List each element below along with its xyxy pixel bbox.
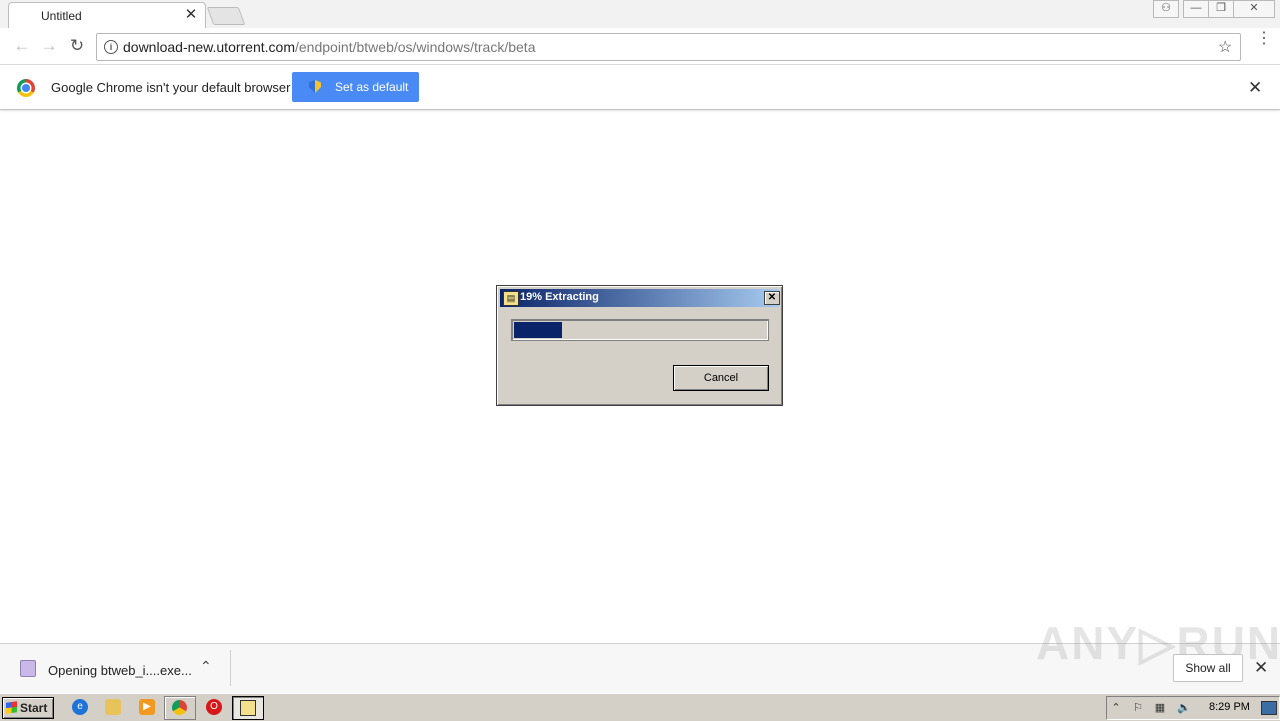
tab-close-icon[interactable]: ✕ [183,7,199,23]
internet-explorer-icon[interactable]: e [72,699,88,715]
system-tray: ⌃ ⚐ ▦ 🔈 8:29 PM [1106,696,1280,720]
shelf-close-icon[interactable]: ✕ [1254,658,1268,678]
person-icon: ⚇ [1161,2,1171,14]
dialog-titlebar[interactable]: ▤ 19% Extracting ✕ [500,289,780,307]
info-icon[interactable]: i [104,40,118,54]
browser-toolbar: ← → ↻ i download-new.utorrent.com/endpoi… [0,28,1280,65]
folder-icon[interactable] [105,699,121,715]
show-all-button[interactable]: Show all [1173,654,1243,682]
taskbar-installer-button[interactable] [232,696,264,720]
extract-progress-bar [511,319,769,341]
restore-icon: ❐ [1216,2,1226,14]
minimize-icon: — [1190,2,1202,14]
forward-button[interactable]: → [39,36,59,56]
extracting-dialog: ▤ 19% Extracting ✕ Cancel [496,285,783,406]
installer-icon [240,700,256,716]
media-player-icon[interactable]: ▶ [139,699,155,715]
network-icon[interactable]: ▦ [1153,701,1167,715]
bookmark-star-icon[interactable]: ☆ [1218,37,1232,57]
profile-button[interactable]: ⚇ [1153,0,1179,18]
chrome-logo-icon [17,79,35,97]
show-desktop-button[interactable] [1261,701,1277,715]
start-label: Start [20,701,48,715]
url-host: download-new.utorrent.com [123,39,295,55]
cancel-button[interactable]: Cancel [673,365,769,391]
back-button[interactable]: ← [12,36,32,56]
infobar-message: Google Chrome isn't your default browser [51,80,291,95]
chrome-menu-icon[interactable]: ⋮ [1256,31,1272,47]
reload-button[interactable]: ↻ [67,36,87,56]
shelf-divider [230,650,231,686]
anyrun-watermark: ANY▷RUN [1036,617,1280,669]
chevron-up-icon[interactable]: ⌃ [200,658,212,675]
volume-icon[interactable]: 🔈 [1177,701,1191,715]
download-shelf: Opening btweb_i....exe... ⌃ ANY▷RUN Show… [0,617,1280,694]
installer-icon: ▤ [503,291,519,306]
restore-button[interactable]: ❐ [1208,0,1234,18]
set-as-default-label: Set as default [335,80,409,94]
minimize-button[interactable]: — [1183,0,1209,18]
close-icon: ✕ [1249,2,1259,14]
start-button[interactable]: Start [2,697,54,719]
url-text[interactable]: download-new.utorrent.com/endpoint/btweb… [123,39,535,55]
opera-icon[interactable]: O [206,699,222,715]
tray-clock[interactable]: 8:29 PM [1209,701,1250,713]
infobar-close-icon[interactable]: ✕ [1248,78,1262,98]
dialog-close-icon[interactable]: ✕ [764,291,780,305]
dialog-title: 19% Extracting [520,291,599,303]
tab-untitled[interactable]: Untitled ✕ [8,2,206,29]
tab-title: Untitled [41,9,82,23]
tray-expand-icon[interactable]: ⌃ [1109,701,1123,715]
windows-logo-icon [6,701,17,714]
progress-fill [514,322,562,338]
action-center-flag-icon[interactable]: ⚐ [1131,701,1145,715]
file-icon [20,660,36,677]
set-as-default-button[interactable]: Set as default [292,72,419,102]
default-browser-infobar: Google Chrome isn't your default browser… [0,65,1280,110]
uac-shield-icon [309,80,321,93]
tab-strip: Untitled ✕ ⚇ — ❐ ✕ [0,0,1280,29]
new-tab-button[interactable] [206,7,246,25]
url-path: /endpoint/btweb/os/windows/track/beta [295,39,536,55]
chrome-icon [172,700,187,715]
taskbar-chrome-button[interactable] [164,696,196,720]
address-bar[interactable]: i download-new.utorrent.com/endpoint/btw… [96,33,1241,61]
download-item-label[interactable]: Opening btweb_i....exe... [48,663,192,678]
window-close-button[interactable]: ✕ [1233,0,1275,18]
windows-taskbar: Start e ▶ O ⌃ ⚐ ▦ 🔈 8:29 PM [0,693,1280,721]
